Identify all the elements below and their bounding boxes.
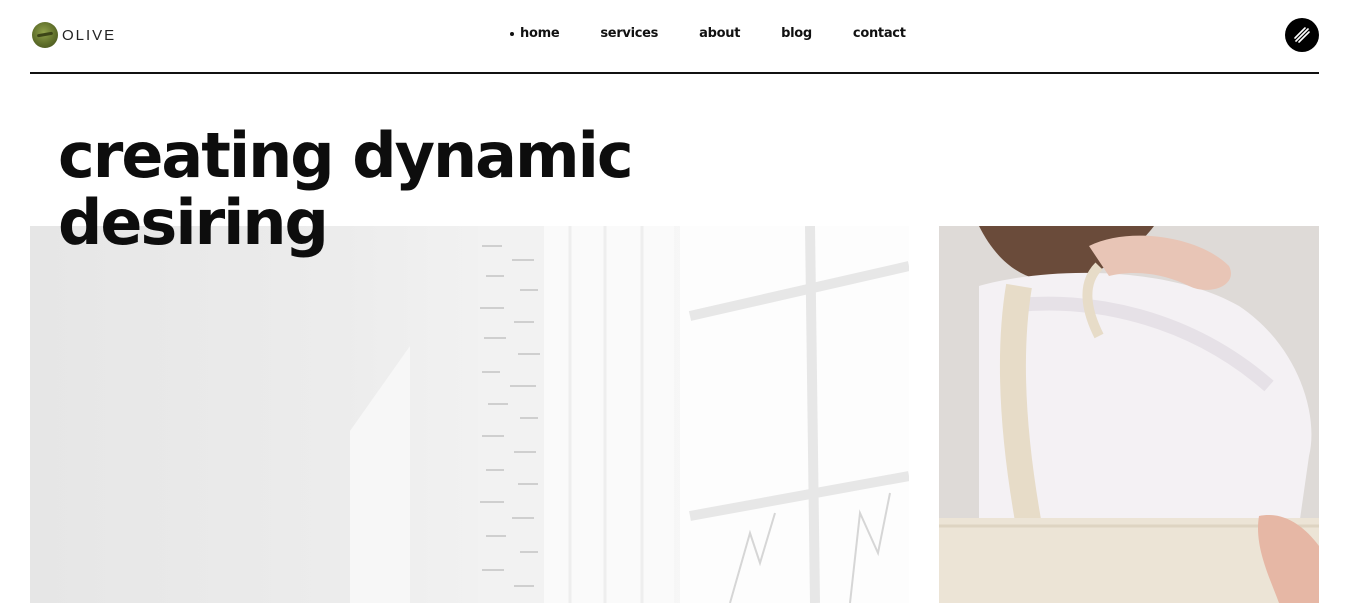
logo-text: OLIVE [62, 26, 117, 44]
room-window-illustration [350, 226, 909, 603]
nav-item-about[interactable]: about [699, 26, 740, 41]
active-dot-icon [510, 31, 514, 36]
nav-item-services[interactable]: services [600, 26, 658, 41]
nav-item-blog[interactable]: blog [781, 26, 812, 41]
menu-button[interactable] [1285, 18, 1319, 52]
hero-line-2: desiring [58, 186, 329, 259]
room-window-image [30, 226, 909, 603]
menu-lines-icon [1294, 27, 1310, 43]
nav-item-label: services [600, 26, 659, 41]
nav-item-label: contact [852, 26, 906, 41]
site-header: OLIVE home services about blog contact [30, 0, 1319, 74]
olive-logo-icon [32, 22, 58, 48]
tote-bag-image [939, 226, 1319, 603]
nav-item-label: blog [781, 26, 812, 41]
logo[interactable]: OLIVE [32, 22, 116, 48]
nav-item-contact[interactable]: contact [853, 26, 906, 41]
woman-tote-illustration [939, 226, 1319, 603]
hero-heading: creating dynamic desiring [58, 119, 634, 259]
nav-item-label: home [520, 26, 560, 41]
nav-item-label: about [699, 26, 741, 41]
main-nav: home services about blog contact [510, 26, 947, 41]
hero-line-1: creating dynamic [58, 119, 634, 192]
nav-item-home[interactable]: home [510, 26, 560, 41]
